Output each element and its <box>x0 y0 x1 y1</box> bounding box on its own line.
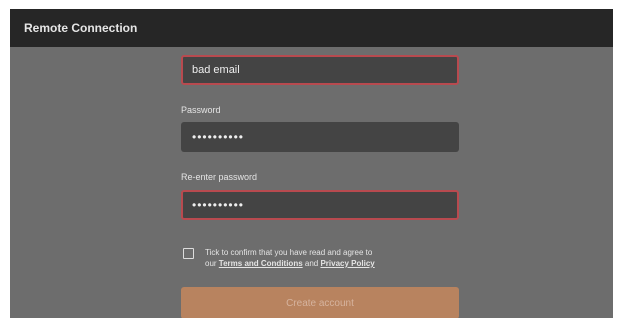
password-label: Password <box>181 105 221 115</box>
reenter-password-label: Re-enter password <box>181 172 258 182</box>
window-title: Remote Connection <box>24 21 138 35</box>
email-field[interactable]: bad email <box>181 55 459 85</box>
reenter-password-field[interactable]: •••••••••• <box>181 190 459 220</box>
privacy-policy-link[interactable]: Privacy Policy <box>320 259 374 268</box>
title-bar: Remote Connection <box>10 9 613 47</box>
password-field-value: •••••••••• <box>192 130 245 144</box>
terms-text: Tick to confirm that you have read and a… <box>205 247 375 269</box>
terms-text-line1: Tick to confirm that you have read and a… <box>205 248 373 257</box>
terms-row: Tick to confirm that you have read and a… <box>183 247 375 269</box>
terms-text-prefix: our <box>205 259 219 268</box>
reenter-password-field-value: •••••••••• <box>192 198 245 212</box>
create-account-button-label: Create account <box>286 297 354 309</box>
email-field-value: bad email <box>192 64 240 76</box>
terms-text-and: and <box>302 259 321 268</box>
terms-checkbox[interactable] <box>183 248 194 259</box>
create-account-button[interactable]: Create account <box>181 287 459 318</box>
terms-and-conditions-link[interactable]: Terms and Conditions <box>219 259 303 268</box>
password-field[interactable]: •••••••••• <box>181 122 459 152</box>
remote-connection-window: Remote Connection bad email Password •••… <box>10 9 613 318</box>
